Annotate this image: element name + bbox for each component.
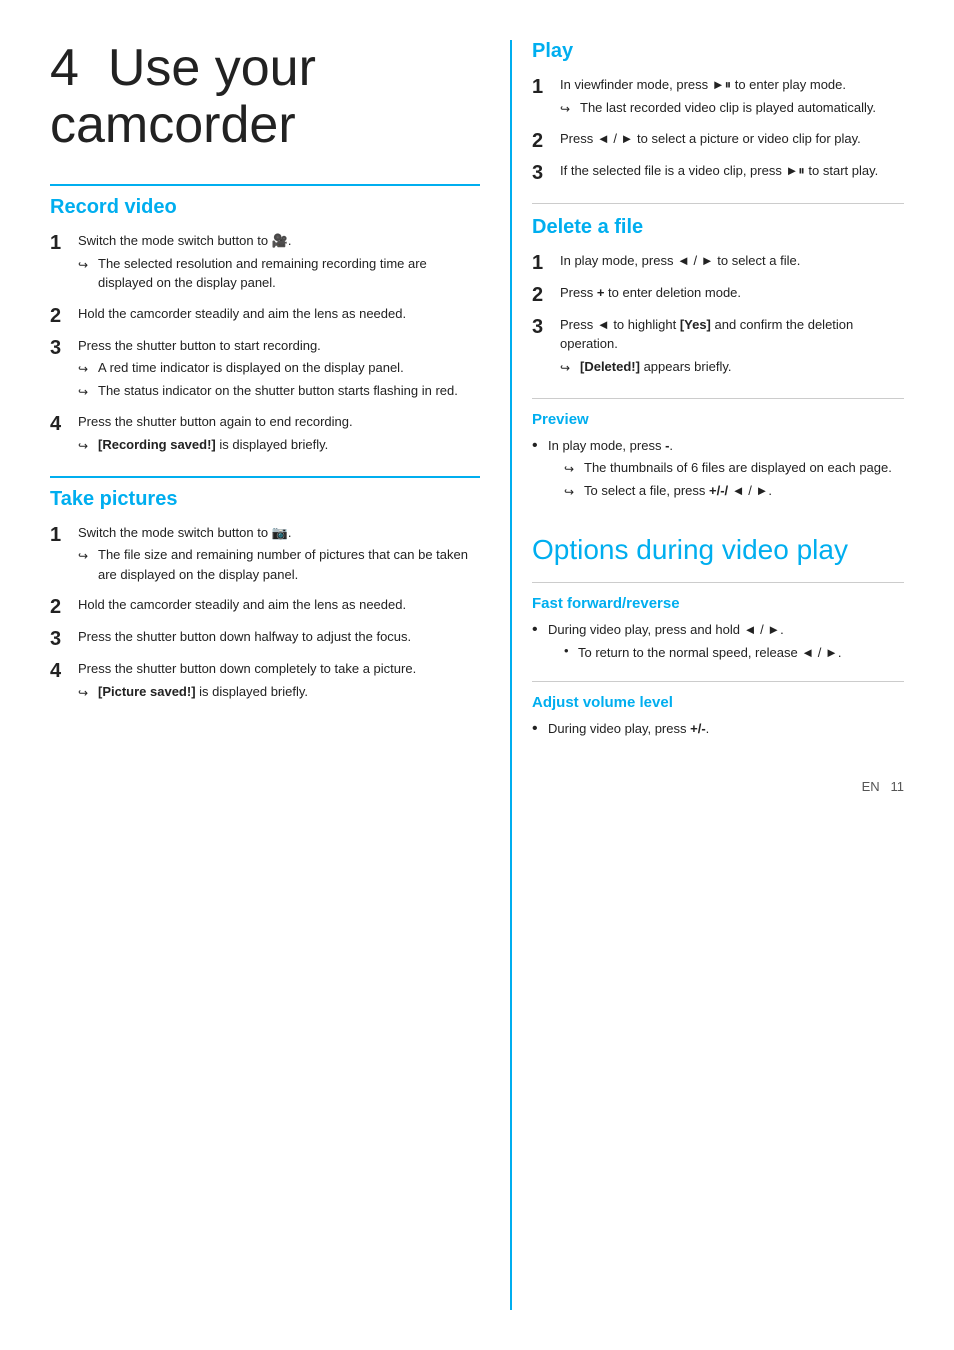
- record-video-title: Record video: [50, 196, 480, 219]
- footer-lang: EN: [862, 779, 880, 794]
- record-step-3: 3 Press the shutter button to start reco…: [50, 336, 480, 405]
- play-title: Play: [532, 40, 904, 63]
- preview-list: • In play mode, press -. ↪The thumbnails…: [532, 436, 904, 505]
- play-step-1: 1 In viewfinder mode, press ►⏸ to enter …: [532, 75, 904, 121]
- fast-forward-list: • During video play, press and hold ◄ / …: [532, 620, 904, 665]
- take-step-3: 3 Press the shutter button down halfway …: [50, 627, 480, 651]
- delete-step-2: 2 Press + to enter deletion mode.: [532, 283, 904, 307]
- take-pictures-list: 1 Switch the mode switch button to 📷. ↪T…: [50, 523, 480, 705]
- delete-step-3: 3 Press ◄ to highlight [Yes] and confirm…: [532, 315, 904, 380]
- play-step-3: 3 If the selected file is a video clip, …: [532, 161, 904, 185]
- record-step-2: 2 Hold the camcorder steadily and aim th…: [50, 304, 480, 328]
- volume-list: • During video play, press +/-.: [532, 719, 904, 739]
- preview-bullet-1: • In play mode, press -. ↪The thumbnails…: [532, 436, 904, 505]
- fast-forward-bullet-1: • During video play, press and hold ◄ / …: [532, 620, 904, 665]
- preview-title: Preview: [532, 411, 904, 428]
- chapter-text: Use your camcorder: [50, 39, 316, 154]
- chapter-header: 4 Use your camcorder: [50, 40, 480, 154]
- delete-rule: [532, 203, 904, 204]
- footer-page: 11: [891, 779, 905, 794]
- record-video-list: 1 Switch the mode switch button to 🎥. ↪T…: [50, 231, 480, 458]
- take-step-4: 4 Press the shutter button down complete…: [50, 659, 480, 705]
- take-step-2: 2 Hold the camcorder steadily and aim th…: [50, 595, 480, 619]
- delete-list: 1 In play mode, press ◄ / ► to select a …: [532, 251, 904, 380]
- options-title: Options during video play: [532, 534, 904, 566]
- take-pictures-rule: [50, 476, 480, 478]
- options-section: Options during video play Fast forward/r…: [532, 534, 904, 739]
- take-step-1: 1 Switch the mode switch button to 📷. ↪T…: [50, 523, 480, 588]
- play-step-2: 2 Press ◄ / ► to select a picture or vid…: [532, 129, 904, 153]
- preview-rule: [532, 398, 904, 399]
- chapter-title: 4 Use your camcorder: [50, 40, 480, 154]
- take-pictures-title: Take pictures: [50, 488, 480, 511]
- footer: EN 11: [532, 779, 904, 794]
- delete-title: Delete a file: [532, 216, 904, 239]
- fast-forward-title: Fast forward/reverse: [532, 595, 904, 612]
- record-step-1: 1 Switch the mode switch button to 🎥. ↪T…: [50, 231, 480, 296]
- record-step-4: 4 Press the shutter button again to end …: [50, 412, 480, 458]
- record-video-rule: [50, 184, 480, 186]
- volume-rule: [532, 681, 904, 682]
- chapter-number: 4: [50, 39, 79, 97]
- play-list: 1 In viewfinder mode, press ►⏸ to enter …: [532, 75, 904, 185]
- fast-forward-rule: [532, 582, 904, 583]
- volume-title: Adjust volume level: [532, 694, 904, 711]
- delete-step-1: 1 In play mode, press ◄ / ► to select a …: [532, 251, 904, 275]
- volume-bullet-1: • During video play, press +/-.: [532, 719, 904, 739]
